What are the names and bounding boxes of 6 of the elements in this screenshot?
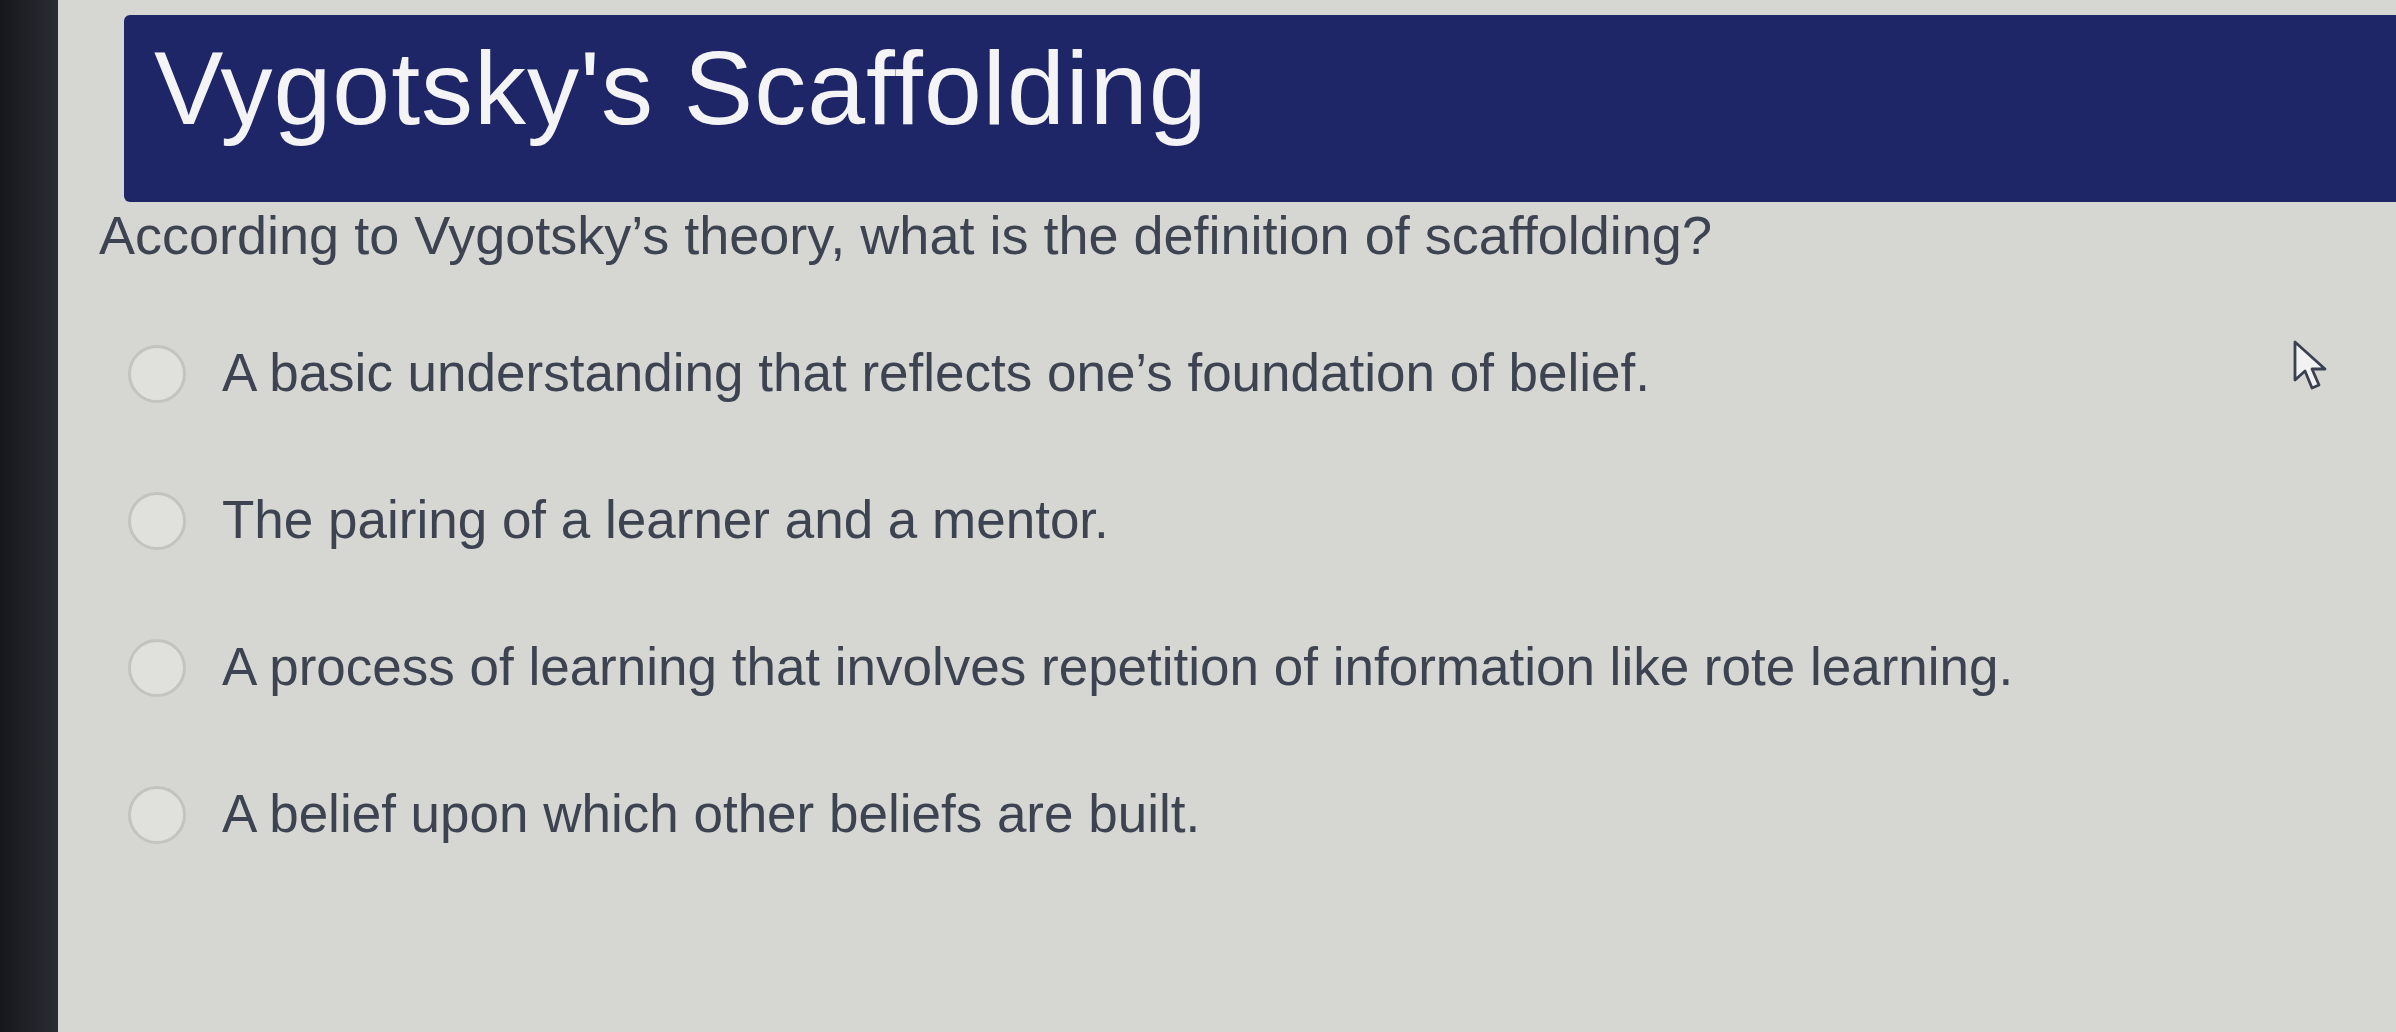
option-label[interactable]: A process of learning that involves repetition of information like rote learning. (222, 637, 2014, 699)
option-label[interactable]: A basic understanding that reflects one’s foundation of belief. (222, 343, 1651, 405)
option-label[interactable]: The pairing of a learner and a mentor. (222, 490, 1109, 552)
page-title: Vygotsky's Scaffolding (154, 29, 1208, 148)
option-label[interactable]: A belief upon which other beliefs are built. (222, 784, 1201, 846)
question-text: According to Vygotsky’s theory, what is the definition of scaffolding? (99, 206, 1713, 266)
